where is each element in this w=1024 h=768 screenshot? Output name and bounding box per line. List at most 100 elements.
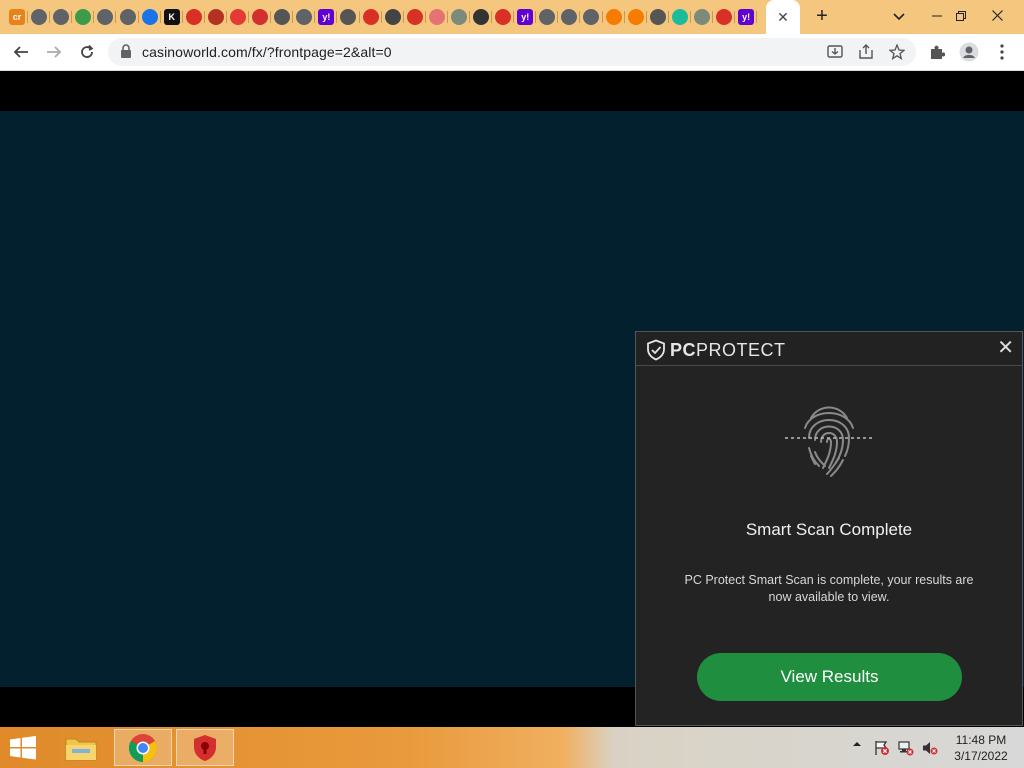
diamond-icon bbox=[671, 9, 688, 25]
close-icon bbox=[991, 10, 1003, 21]
browser-tab[interactable]: y! bbox=[735, 5, 758, 29]
browser-tab[interactable] bbox=[470, 5, 493, 29]
browser-tab[interactable]: y! bbox=[315, 5, 338, 29]
browser-tab[interactable]: y! bbox=[514, 5, 537, 29]
new-tab-button[interactable]: + bbox=[812, 6, 832, 26]
browser-tab[interactable] bbox=[72, 5, 95, 29]
browser-tab[interactable] bbox=[713, 5, 736, 29]
power-icon bbox=[384, 9, 401, 25]
globe-icon bbox=[31, 9, 48, 25]
browser-tab[interactable] bbox=[94, 5, 117, 29]
bookmark-button[interactable] bbox=[886, 41, 908, 63]
shield-red-icon bbox=[362, 9, 379, 25]
share-button[interactable] bbox=[855, 41, 877, 63]
star-icon bbox=[889, 44, 905, 60]
browser-tab[interactable] bbox=[426, 5, 448, 29]
browser-tab[interactable] bbox=[625, 5, 647, 29]
browser-tab[interactable]: K bbox=[161, 5, 183, 29]
popup-header: PCPROTECT ✕ bbox=[636, 332, 1022, 366]
clock-time: 11:48 PM bbox=[955, 733, 1007, 747]
cr-icon: cr bbox=[9, 9, 26, 25]
browser-tab[interactable] bbox=[249, 5, 272, 29]
browser-tab[interactable] bbox=[647, 5, 669, 29]
browser-tab[interactable] bbox=[183, 5, 205, 29]
reload-icon bbox=[81, 44, 94, 58]
download-icon bbox=[274, 9, 291, 25]
browser-tab[interactable] bbox=[28, 5, 51, 29]
file-explorer-button[interactable] bbox=[52, 729, 110, 766]
windows-start-icon[interactable] bbox=[8, 736, 38, 760]
browser-tab[interactable] bbox=[536, 5, 559, 29]
globe-icon bbox=[296, 9, 313, 25]
bird-icon bbox=[207, 9, 224, 25]
check-red-icon bbox=[252, 9, 269, 25]
shield-red-icon bbox=[716, 9, 733, 25]
browser-tab[interactable]: cr bbox=[6, 5, 29, 29]
browser-tab[interactable] bbox=[558, 5, 581, 29]
folder-icon bbox=[65, 738, 97, 760]
browser-tab[interactable] bbox=[50, 5, 73, 29]
action-center-flag-icon[interactable] bbox=[874, 740, 890, 756]
rainbow-icon bbox=[428, 9, 445, 25]
browser-tab[interactable] bbox=[271, 5, 294, 29]
browser-tab[interactable] bbox=[227, 5, 250, 29]
browser-tab[interactable] bbox=[580, 5, 603, 29]
arrow-left-icon bbox=[13, 46, 28, 58]
profile-button[interactable] bbox=[958, 41, 980, 63]
browser-tab[interactable] bbox=[360, 5, 382, 29]
brand-name: PCPROTECT bbox=[670, 339, 786, 360]
share-icon bbox=[859, 44, 873, 59]
browser-tab[interactable] bbox=[293, 5, 316, 29]
network-icon[interactable] bbox=[898, 740, 914, 756]
yahoo-icon: y! bbox=[738, 9, 755, 25]
view-results-button[interactable]: View Results bbox=[697, 653, 962, 701]
globe-icon bbox=[53, 9, 70, 25]
avatar-icon bbox=[959, 42, 979, 62]
leaf-icon bbox=[75, 9, 92, 25]
close-window-button[interactable] bbox=[982, 4, 1012, 28]
volume-muted-icon[interactable] bbox=[922, 740, 938, 756]
browser-tab[interactable] bbox=[669, 5, 692, 29]
system-clock[interactable]: 11:48 PM 3/17/2022 bbox=[948, 732, 1014, 764]
show-hidden-icons-icon[interactable] bbox=[852, 739, 862, 749]
browser-tab[interactable] bbox=[603, 5, 625, 29]
red-square-icon bbox=[229, 9, 246, 25]
browser-tab[interactable] bbox=[691, 5, 714, 29]
extensions-button[interactable] bbox=[926, 41, 948, 63]
download-icon bbox=[827, 45, 843, 58]
close-tab-icon[interactable]: ✕ bbox=[777, 9, 789, 26]
browser-tab[interactable] bbox=[492, 5, 515, 29]
popup-close-button[interactable]: ✕ bbox=[997, 337, 1014, 359]
scan-title: Smart Scan Complete bbox=[745, 520, 913, 539]
shield-red-icon bbox=[495, 9, 512, 25]
install-app-button[interactable] bbox=[824, 41, 846, 63]
browser-tab[interactable] bbox=[382, 5, 404, 29]
reload-button[interactable] bbox=[75, 40, 99, 64]
address-bar[interactable]: casinoworld.com/fx/?frontpage=2&alt=0 bbox=[108, 38, 916, 66]
warning-icon bbox=[627, 9, 644, 25]
search-icon bbox=[649, 9, 666, 25]
chrome-menu-button[interactable] bbox=[991, 41, 1013, 63]
pcprotect-logo: PCPROTECT bbox=[646, 339, 786, 361]
globe-icon bbox=[583, 9, 600, 25]
pcprotect-taskbar-button[interactable] bbox=[176, 729, 234, 766]
arrow-right-icon bbox=[47, 46, 62, 58]
active-tab[interactable]: ✕ bbox=[766, 0, 800, 34]
browser-tab[interactable] bbox=[116, 5, 139, 29]
back-button[interactable] bbox=[9, 40, 33, 64]
chrome-taskbar-button[interactable] bbox=[114, 729, 172, 766]
browser-tab[interactable] bbox=[205, 5, 228, 29]
tab-search-button[interactable] bbox=[884, 4, 914, 28]
kebab-menu-icon bbox=[1000, 44, 1004, 60]
restore-button[interactable] bbox=[946, 4, 976, 28]
browser-tab[interactable] bbox=[404, 5, 426, 29]
browser-tab[interactable] bbox=[139, 5, 161, 29]
browser-toolbar: casinoworld.com/fx/?frontpage=2&alt=0 bbox=[0, 34, 1024, 71]
browser-tab[interactable] bbox=[448, 5, 471, 29]
browser-tab[interactable] bbox=[337, 5, 360, 29]
url-text: casinoworld.com/fx/?frontpage=2&alt=0 bbox=[142, 44, 392, 60]
tab-list: cr Ky! y! y! bbox=[6, 5, 758, 29]
chevron-down-icon bbox=[893, 13, 905, 21]
forward-button[interactable] bbox=[42, 40, 66, 64]
globe-icon bbox=[119, 9, 136, 25]
